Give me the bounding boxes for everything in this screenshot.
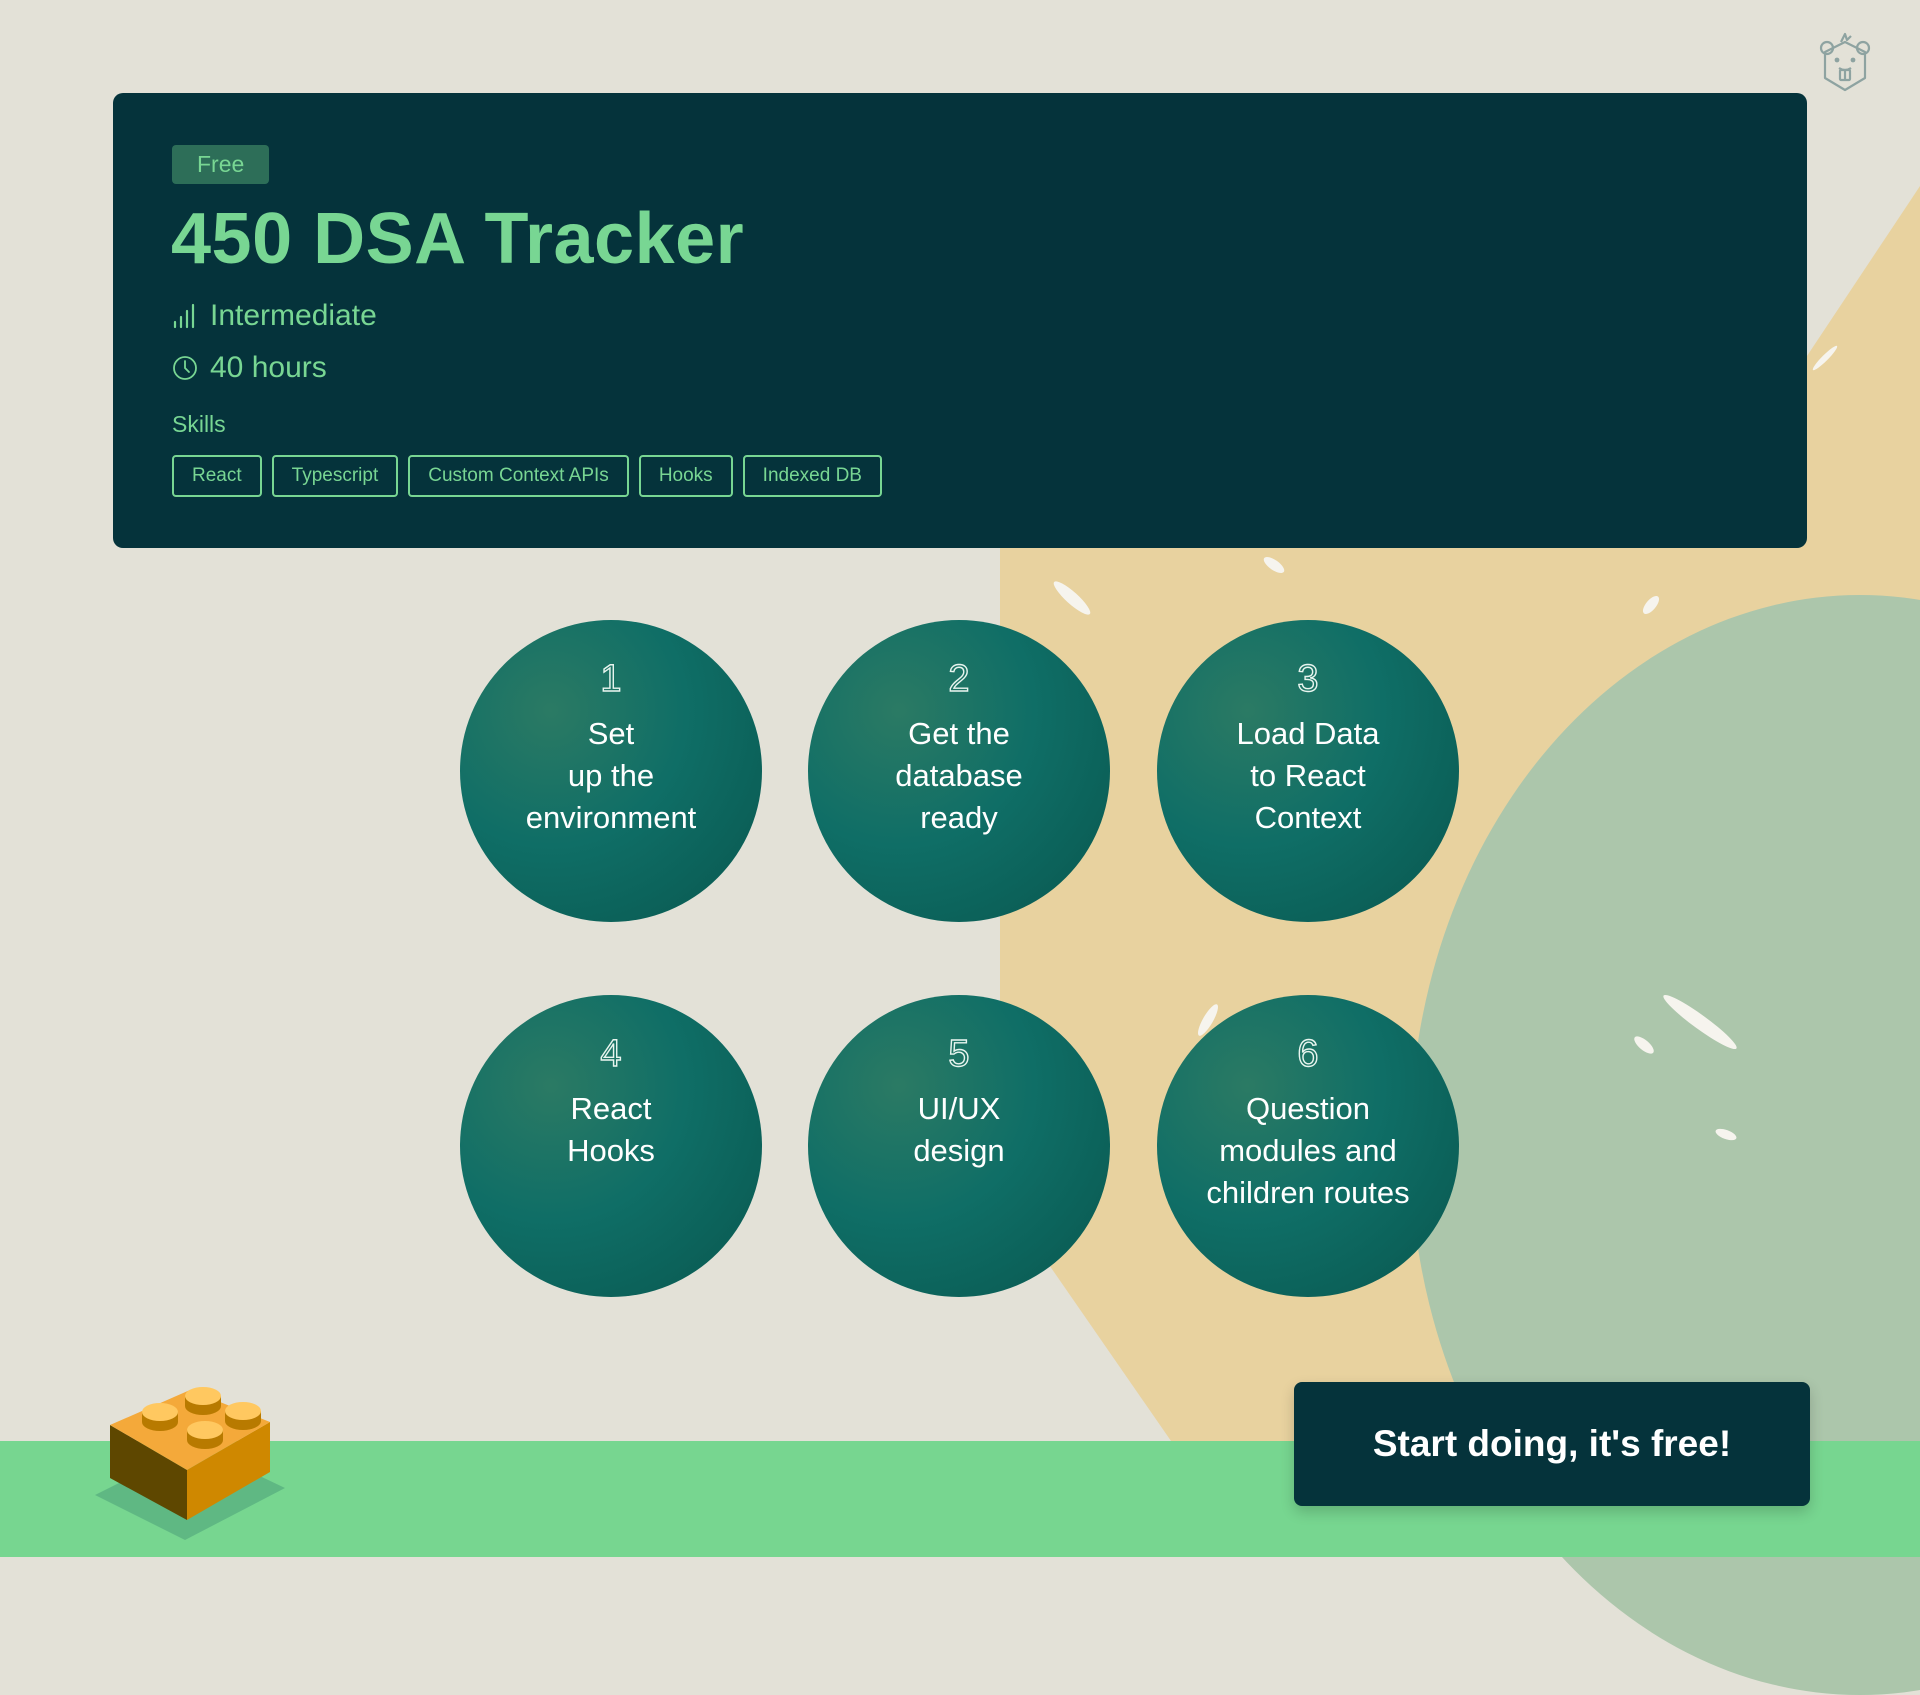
step-label: Load Data to React Context [1236, 716, 1380, 835]
price-badge: Free [172, 145, 270, 184]
decorative-fleck [1640, 593, 1662, 617]
lego-brick-icon [95, 1387, 285, 1540]
step-number: 1 [600, 657, 623, 700]
step-label: React Hooks [567, 1091, 655, 1168]
decorative-fleck [1659, 989, 1741, 1055]
project-steps: 1 Set up the environment 2 Get the datab… [460, 620, 1460, 1300]
background-sage-circle [1410, 595, 1920, 1695]
difficulty-level: Intermediate [172, 299, 377, 333]
decorative-fleck [1050, 577, 1094, 619]
step-label: Question modules and children routes [1206, 1091, 1410, 1210]
step-card: 1 Set up the environment [460, 620, 762, 922]
step-card: 5 UI/UX design [808, 995, 1110, 1297]
signal-bars-icon [173, 303, 195, 329]
step-number: 6 [1297, 1032, 1320, 1075]
decorative-fleck [1810, 343, 1840, 373]
step-label: Get the database ready [895, 716, 1023, 835]
skill-tag: Indexed DB [742, 455, 882, 497]
start-free-button[interactable]: Start doing, it's free! [1294, 1382, 1810, 1506]
duration: 40 hours [172, 351, 327, 385]
clock-icon [173, 356, 197, 380]
step-number: 4 [600, 1032, 623, 1075]
decorative-fleck [1261, 554, 1287, 576]
beaver-logo-icon [1819, 32, 1871, 92]
step-label: Set up the environment [525, 716, 697, 835]
step-card: 3 Load Data to React Context [1157, 620, 1459, 922]
skill-tag: React [172, 455, 262, 497]
skill-tag: Custom Context APIs [408, 455, 629, 497]
duration-text: 40 hours [210, 351, 327, 384]
decorative-fleck [1714, 1126, 1738, 1143]
step-number: 2 [948, 657, 971, 700]
project-header-card: Free 450 DSA Tracker Intermediate 40 hou… [113, 93, 1807, 548]
project-title: 450 DSA Tracker [171, 199, 745, 279]
skills-heading: Skills [172, 411, 226, 437]
skill-tag: Typescript [271, 455, 399, 497]
step-number: 5 [948, 1032, 971, 1075]
decorative-fleck [1631, 1033, 1657, 1057]
skill-tag: Hooks [638, 455, 733, 497]
difficulty-text: Intermediate [210, 299, 377, 332]
skills-list: React Typescript Custom Context APIs Hoo… [172, 455, 882, 497]
step-card: 4 React Hooks [460, 995, 762, 1297]
step-number: 3 [1297, 657, 1320, 700]
step-card: 6 Question modules and children routes [1157, 995, 1459, 1297]
step-card: 2 Get the database ready [808, 620, 1110, 922]
step-label: UI/UX design [913, 1091, 1005, 1168]
